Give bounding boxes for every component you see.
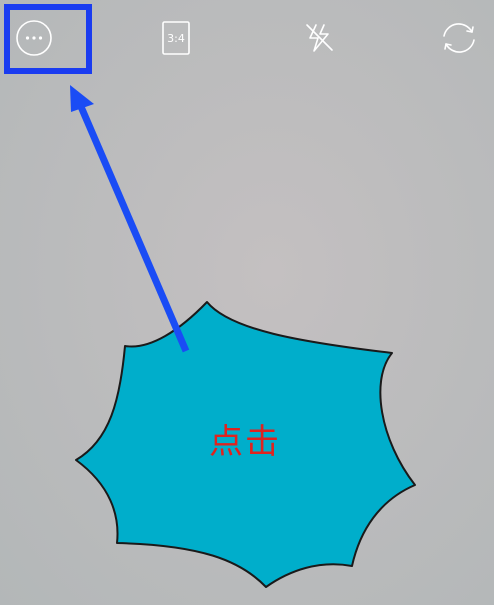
tutorial-annotation-layer bbox=[4, 4, 416, 588]
camera-toolbar: 3:4 bbox=[0, 0, 494, 80]
callout-text: 点击 bbox=[209, 422, 281, 462]
more-icon bbox=[16, 20, 52, 56]
switch-camera-icon bbox=[443, 23, 475, 53]
flash-toggle-button[interactable] bbox=[295, 14, 343, 62]
switch-camera-button[interactable] bbox=[435, 14, 483, 62]
more-button[interactable] bbox=[10, 14, 58, 62]
aspect-ratio-button[interactable]: 3:4 bbox=[152, 14, 200, 62]
pointer-arrowhead bbox=[70, 85, 94, 112]
aspect-ratio-label: 3:4 bbox=[167, 31, 185, 45]
flash-off-icon bbox=[306, 24, 333, 52]
pointer-arrow bbox=[75, 100, 190, 353]
